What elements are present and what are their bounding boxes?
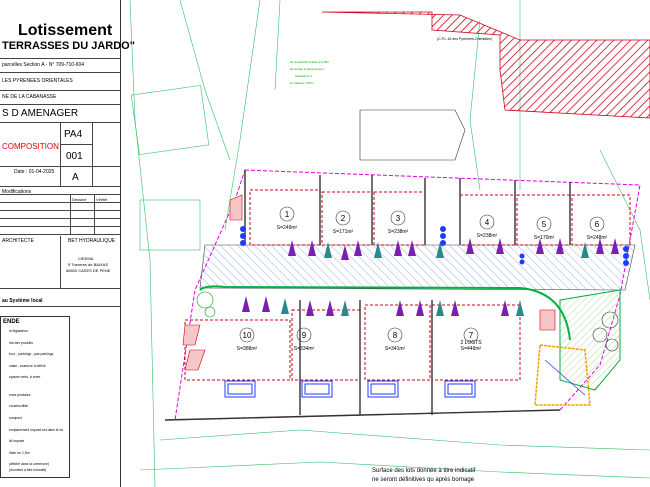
- lot-number: 6: [595, 220, 600, 229]
- lot-number: 3: [396, 214, 401, 223]
- lot-number: 2: [341, 214, 346, 223]
- neighbor-label: (C.P.L.16 des Pyrénées-Orientales): [437, 37, 492, 41]
- green-note-3: plantations 1: [295, 74, 312, 78]
- lot-area: S=170m²: [534, 235, 555, 241]
- green-note-1: de la parcelle limitée à 1.25m: [290, 60, 330, 64]
- lot-area: S=248m²: [587, 235, 608, 241]
- green-space: [559, 289, 621, 391]
- existing-structure: [359, 109, 466, 161]
- lot-area: S=238m²: [388, 229, 409, 235]
- lot-area: S=388m²: [237, 346, 258, 352]
- lot-number: 5: [542, 220, 547, 229]
- lot-number: 1: [285, 210, 290, 219]
- green-note-2: de la haie 1 Hectoire de tr: [290, 67, 324, 71]
- central-road: [199, 244, 636, 291]
- lot-area: S=238m²: [477, 233, 498, 239]
- lot-number: 8: [393, 331, 398, 340]
- green-note-4: en hauteur 1.50m: [290, 81, 314, 85]
- lot-number: 4: [485, 218, 490, 227]
- lot-area: S=334m²: [294, 346, 315, 352]
- lot-number: 7: [469, 331, 474, 340]
- pools: [224, 380, 476, 398]
- site-plan: (C.P.L.16 des Pyrénées-Orientales) de la…: [129, 0, 650, 487]
- lot-extra: 2 LOGTS: [460, 340, 482, 346]
- lot-area: S=341m²: [385, 346, 406, 352]
- lot-area: S=449m²: [461, 346, 482, 352]
- footer-note-1: Surface des lots donnée à titre indicati…: [372, 468, 476, 474]
- footer-note-2: ne seront définitives qu après bornage: [372, 477, 475, 483]
- lot-number: 10: [243, 331, 252, 340]
- lot-number: 9: [302, 331, 307, 340]
- neighbor-building: [321, 11, 650, 119]
- lot-area: S=171m²: [333, 229, 354, 235]
- lot-area: S=249m²: [277, 225, 298, 231]
